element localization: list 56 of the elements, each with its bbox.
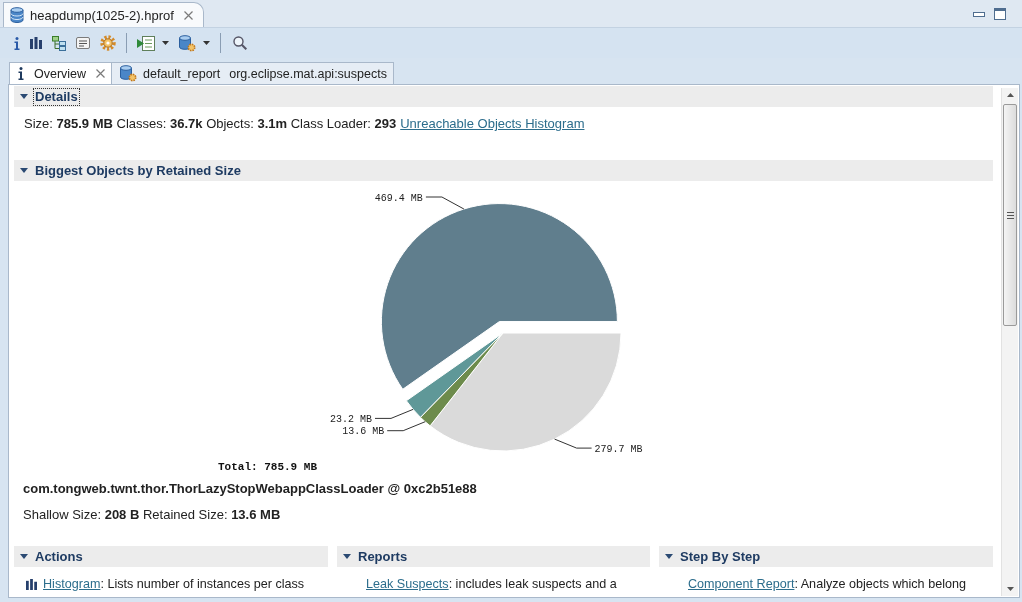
leader-line [374, 408, 414, 419]
pie-slice[interactable] [429, 332, 622, 452]
editor-tab[interactable]: heapdump(1025-2).hprof [3, 2, 204, 27]
info-icon[interactable] [14, 36, 20, 50]
maximize-icon[interactable] [994, 8, 1006, 20]
caret-down-icon[interactable] [162, 41, 169, 45]
section-title[interactable]: Step By Step [679, 548, 762, 565]
object-name: com.tongweb.twnt.thor.ThorLazyStopWebappClassLoader @ 0xc2b51e88 [22, 480, 478, 498]
chart-total-label: Total: 785.9 MB [218, 461, 318, 473]
tree-icon[interactable] [52, 35, 66, 51]
slice-value-label: 13.6 MB [342, 426, 385, 438]
document-icon[interactable] [76, 37, 90, 49]
scroll-down-arrow-icon[interactable] [1006, 587, 1014, 591]
pie-slice[interactable] [380, 203, 618, 390]
caret-down-icon[interactable] [203, 41, 210, 45]
section-title[interactable]: Actions [34, 548, 84, 565]
object-sizes: Shallow Size: 208 B Retained Size: 13.6 MB [22, 506, 282, 524]
pie-slice[interactable] [405, 332, 504, 418]
database-gear-icon[interactable] [179, 34, 196, 52]
database-gear-icon [120, 65, 138, 82]
close-icon[interactable] [96, 69, 106, 78]
database-icon [10, 7, 24, 23]
leader-line [425, 196, 465, 210]
bar-chart-icon [26, 578, 37, 590]
entry-description: Component Report: Analyze objects which belong [688, 576, 966, 593]
info-icon [18, 67, 24, 80]
caret-down-icon[interactable] [343, 554, 351, 559]
leader-line [386, 421, 426, 432]
slice-value-label: 279.7 MB [594, 443, 643, 455]
summary-text: Size: 785.9 MB Classes: 36.7k Objects: 3.1m Class Loader: 293 [24, 115, 397, 133]
search-icon[interactable] [233, 36, 247, 50]
caret-down-icon[interactable] [20, 168, 28, 173]
entry-description: Leak Suspects: includes leak suspects and a [366, 576, 617, 593]
section-title[interactable]: Reports [357, 548, 409, 565]
leader-line [554, 438, 593, 449]
caret-down-icon[interactable] [20, 554, 28, 559]
scrollbar-thumb[interactable] [1003, 104, 1017, 326]
link[interactable]: Leak Suspects [366, 577, 449, 591]
scroll-up-arrow-icon[interactable] [1006, 93, 1014, 97]
caret-down-icon[interactable] [20, 94, 28, 99]
entry-description: Histogram: Lists number of instances per class [43, 576, 305, 593]
pie-slice[interactable] [420, 332, 504, 427]
grip-icon [1006, 211, 1014, 219]
link[interactable]: Unreachable Objects Histogram [400, 115, 585, 133]
view-tab[interactable]: default_report org.eclipse.mat.api:suspects [112, 62, 394, 84]
bar-chart-icon[interactable] [30, 37, 42, 49]
scrollbar[interactable] [1001, 88, 1018, 596]
play-list-icon[interactable] [137, 35, 155, 51]
section-title[interactable]: Biggest Objects by Retained Size [34, 162, 242, 179]
caret-down-icon[interactable] [665, 554, 673, 559]
section-title[interactable]: Details [34, 88, 79, 105]
close-icon[interactable] [183, 10, 193, 20]
slice-value-label: 469.4 MB [374, 192, 423, 204]
minimize-icon[interactable] [973, 11, 985, 17]
slice-value-label: 23.2 MB [330, 413, 373, 425]
view-tab[interactable]: Overview [9, 62, 113, 84]
